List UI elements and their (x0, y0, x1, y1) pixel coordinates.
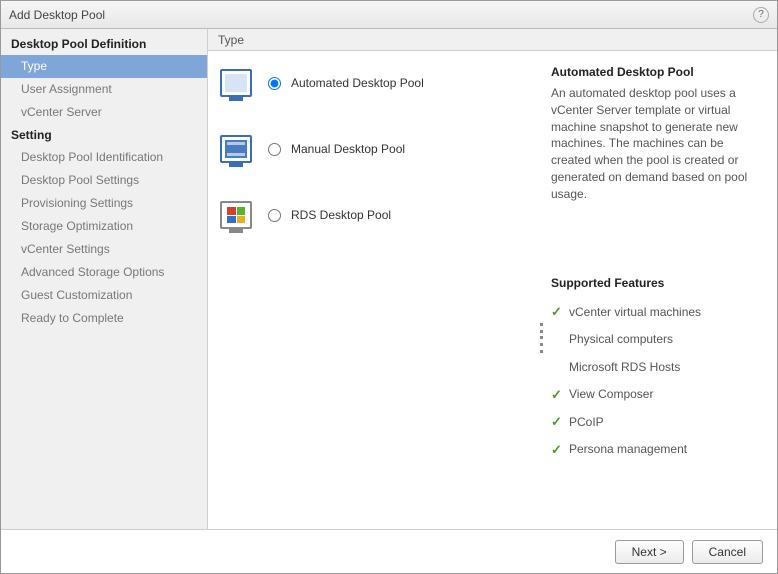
wizard-sidebar: Desktop Pool Definition Type User Assign… (1, 29, 208, 529)
feature-label: View Composer (569, 385, 653, 403)
check-icon: ✓ (551, 412, 569, 432)
dialog-footer: Next > Cancel (1, 529, 777, 573)
content-header: Type (208, 29, 777, 51)
check-icon: ✓ (551, 330, 569, 350)
content-body: Automated Desktop Pool Manual Desktop Po… (208, 51, 777, 529)
sidebar-section-definition: Desktop Pool Definition (1, 33, 207, 55)
feature-label: Physical computers (569, 330, 673, 348)
window-title: Add Desktop Pool (9, 8, 753, 22)
feature-label: vCenter virtual machines (569, 303, 701, 321)
info-title: Automated Desktop Pool (551, 65, 761, 79)
feature-row: ✓ View Composer (551, 381, 761, 409)
option-manual[interactable]: Manual Desktop Pool (220, 135, 528, 163)
cancel-button[interactable]: Cancel (692, 540, 763, 564)
supported-features: Supported Features ✓ vCenter virtual mac… (551, 276, 761, 463)
check-icon: ✓ (551, 302, 569, 322)
radio-rds[interactable] (268, 209, 281, 222)
step-advanced-storage: Advanced Storage Options (1, 261, 207, 284)
option-automated[interactable]: Automated Desktop Pool (220, 69, 528, 97)
step-type[interactable]: Type (1, 55, 207, 78)
radio-manual[interactable] (268, 143, 281, 156)
step-user-assignment: User Assignment (1, 78, 207, 101)
check-icon: ✓ (551, 385, 569, 405)
step-pool-identification: Desktop Pool Identification (1, 146, 207, 169)
step-vcenter-server: vCenter Server (1, 101, 207, 124)
dialog-body: Desktop Pool Definition Type User Assign… (1, 29, 777, 529)
pane-divider[interactable] (538, 51, 545, 529)
feature-row: ✓ vCenter virtual machines (551, 298, 761, 326)
radio-automated[interactable] (268, 77, 281, 90)
step-vcenter-settings: vCenter Settings (1, 238, 207, 261)
titlebar: Add Desktop Pool ? (1, 1, 777, 29)
feature-row: ✓ Persona management (551, 436, 761, 464)
windows-icon (220, 201, 252, 229)
monitor-icon (220, 135, 252, 163)
monitor-icon (220, 69, 252, 97)
check-icon: ✓ (551, 440, 569, 460)
option-automated-label[interactable]: Automated Desktop Pool (291, 76, 424, 90)
option-manual-label[interactable]: Manual Desktop Pool (291, 142, 405, 156)
feature-label: Persona management (569, 440, 687, 458)
feature-row: ✓ Physical computers (551, 326, 761, 354)
option-rds[interactable]: RDS Desktop Pool (220, 201, 528, 229)
step-ready-complete: Ready to Complete (1, 307, 207, 330)
info-description: An automated desktop pool uses a vCenter… (551, 85, 761, 203)
pool-type-options: Automated Desktop Pool Manual Desktop Po… (208, 51, 538, 529)
content-area: Type Automated Desktop Pool Manual Deskt… (208, 29, 777, 529)
step-guest-customization: Guest Customization (1, 284, 207, 307)
drag-handle-icon[interactable] (538, 321, 544, 355)
feature-label: PCoIP (569, 413, 604, 431)
step-pool-settings: Desktop Pool Settings (1, 169, 207, 192)
next-button[interactable]: Next > (615, 540, 684, 564)
step-storage-optimization: Storage Optimization (1, 215, 207, 238)
features-heading: Supported Features (551, 276, 761, 290)
info-panel: Automated Desktop Pool An automated desk… (545, 51, 777, 529)
help-icon[interactable]: ? (753, 7, 769, 23)
option-rds-label[interactable]: RDS Desktop Pool (291, 208, 391, 222)
feature-row: ✓ PCoIP (551, 408, 761, 436)
step-provisioning: Provisioning Settings (1, 192, 207, 215)
check-icon: ✓ (551, 357, 569, 377)
feature-row: ✓ Microsoft RDS Hosts (551, 353, 761, 381)
sidebar-section-setting: Setting (1, 124, 207, 146)
feature-label: Microsoft RDS Hosts (569, 358, 680, 376)
